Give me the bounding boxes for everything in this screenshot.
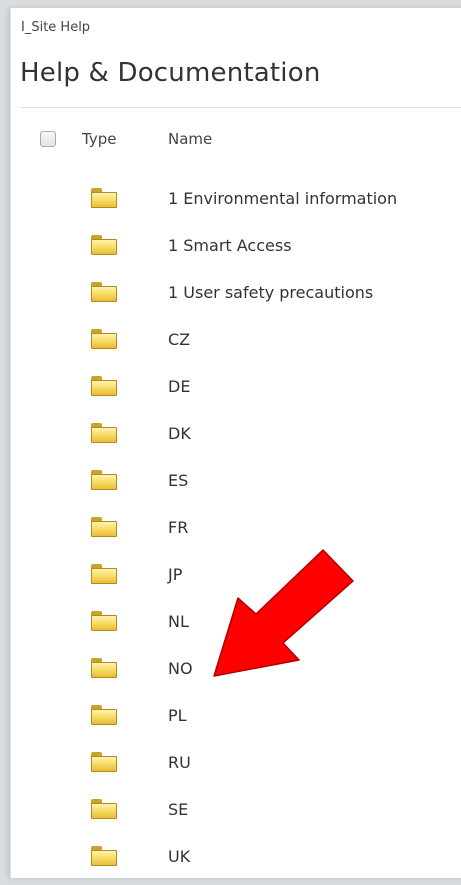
list-item[interactable]: DK	[11, 415, 461, 462]
folder-name-link[interactable]: DK	[168, 424, 191, 443]
list-item[interactable]: 1 User safety precautions	[11, 274, 461, 321]
folder-name-link[interactable]: JP	[168, 565, 182, 584]
select-all-checkbox[interactable]	[40, 131, 56, 147]
breadcrumb[interactable]: I_Site Help	[21, 20, 90, 35]
page-title: Help & Documentation	[20, 58, 321, 88]
list-item[interactable]: UK	[11, 838, 461, 885]
folder-icon	[91, 799, 117, 819]
folder-name-link[interactable]: CZ	[168, 330, 190, 349]
folder-name-link[interactable]: SE	[168, 800, 188, 819]
folder-name-link[interactable]: UK	[168, 847, 190, 866]
list-item[interactable]: CZ	[11, 321, 461, 368]
folder-name-link[interactable]: 1 Smart Access	[168, 236, 292, 255]
folder-icon	[91, 658, 117, 678]
folder-name-link[interactable]: FR	[168, 518, 188, 537]
folder-icon	[91, 188, 117, 208]
title-divider	[21, 107, 461, 108]
folder-list: 1 Environmental information 1 Smart Acce…	[11, 180, 461, 885]
folder-icon	[91, 329, 117, 349]
red-arrow-icon	[213, 549, 354, 677]
list-item[interactable]: ES	[11, 462, 461, 509]
folder-icon	[91, 470, 117, 490]
list-item[interactable]: RU	[11, 744, 461, 791]
folder-name-link[interactable]: 1 User safety precautions	[168, 283, 373, 302]
document-library-panel: I_Site Help Help & Documentation Type Na…	[10, 8, 461, 878]
list-item[interactable]: 1 Environmental information	[11, 180, 461, 227]
column-header-type[interactable]: Type	[82, 130, 116, 148]
folder-name-link[interactable]: NO	[168, 659, 193, 678]
folder-name-link[interactable]: PL	[168, 706, 187, 725]
column-header-row: Type Name	[11, 126, 461, 152]
folder-icon	[91, 705, 117, 725]
folder-name-link[interactable]: 1 Environmental information	[168, 189, 397, 208]
folder-icon	[91, 423, 117, 443]
folder-name-link[interactable]: RU	[168, 753, 191, 772]
folder-icon	[91, 611, 117, 631]
column-header-name[interactable]: Name	[168, 130, 212, 148]
folder-icon	[91, 752, 117, 772]
folder-name-link[interactable]: NL	[168, 612, 189, 631]
folder-name-link[interactable]: ES	[168, 471, 188, 490]
list-item[interactable]: SE	[11, 791, 461, 838]
folder-icon	[91, 846, 117, 866]
folder-name-link[interactable]: DE	[168, 377, 190, 396]
folder-icon	[91, 235, 117, 255]
list-item[interactable]: PL	[11, 697, 461, 744]
folder-icon	[91, 517, 117, 537]
folder-icon	[91, 564, 117, 584]
folder-icon	[91, 282, 117, 302]
list-item[interactable]: 1 Smart Access	[11, 227, 461, 274]
folder-icon	[91, 376, 117, 396]
list-item[interactable]: DE	[11, 368, 461, 415]
